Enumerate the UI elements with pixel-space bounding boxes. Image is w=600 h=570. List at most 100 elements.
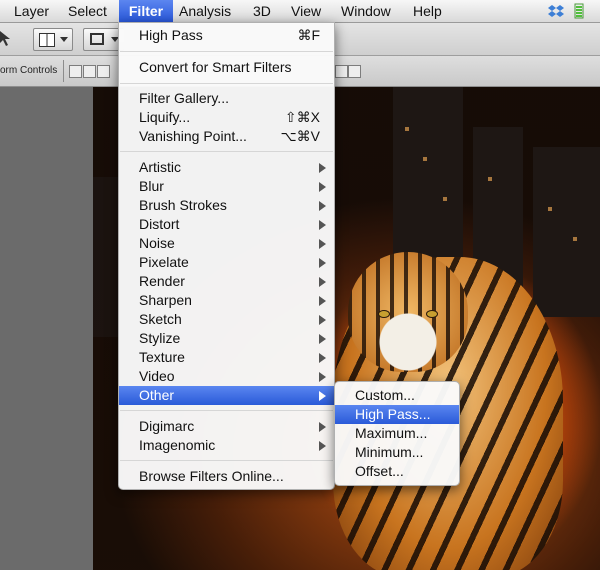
menu-view[interactable]: View xyxy=(285,0,327,22)
menu-item-stylize[interactable]: Stylize xyxy=(119,329,334,348)
battery-status-icon[interactable] xyxy=(574,3,584,19)
submenu-arrow-icon xyxy=(319,391,326,401)
menu-item-vanishing-point[interactable]: Vanishing Point... ⌥⌘V xyxy=(119,127,334,146)
menu-item-label: Stylize xyxy=(139,330,181,346)
shortcut-label: ⇧⌘X xyxy=(284,109,320,125)
menu-item-blur[interactable]: Blur xyxy=(119,177,334,196)
submenu-arrow-icon xyxy=(319,258,326,268)
align-top-edges-icon[interactable] xyxy=(69,65,82,78)
menu-help[interactable]: Help xyxy=(407,0,448,22)
menu-item-label: High Pass... xyxy=(355,406,431,422)
submenu-arrow-icon xyxy=(319,163,326,173)
menu-separator xyxy=(120,151,333,152)
toolbar-divider xyxy=(63,60,64,82)
menu-separator xyxy=(120,410,333,411)
menu-filter[interactable]: Filter xyxy=(119,0,173,22)
menu-select[interactable]: Select xyxy=(62,0,113,22)
menu-item-sharpen[interactable]: Sharpen xyxy=(119,291,334,310)
menu-item-label: Convert for Smart Filters xyxy=(139,59,292,75)
menu-item-label: Pixelate xyxy=(139,254,189,270)
menu-item-browse-filters-online[interactable]: Browse Filters Online... xyxy=(119,467,334,486)
align-left-edges-icon[interactable] xyxy=(335,65,348,78)
submenu-arrow-icon xyxy=(319,315,326,325)
building-window xyxy=(443,197,447,201)
menu-item-label: Texture xyxy=(139,349,185,365)
menu-item-convert-smart-filters[interactable]: Convert for Smart Filters xyxy=(119,58,334,77)
menu-item-offset[interactable]: Offset... xyxy=(335,462,459,481)
building-window xyxy=(423,157,427,161)
menu-bar: Layer Select Filter Analysis 3D View Win… xyxy=(0,0,600,23)
menu-item-label: Custom... xyxy=(355,387,415,403)
menu-item-high-pass[interactable]: High Pass... xyxy=(335,405,459,424)
building-window xyxy=(548,207,552,211)
menu-item-label: Distort xyxy=(139,216,180,232)
chevron-down-icon xyxy=(60,37,68,42)
menu-item-label: Other xyxy=(139,387,175,403)
building-silhouette xyxy=(533,147,600,317)
menu-separator xyxy=(120,83,333,84)
menu-item-label: Minimum... xyxy=(355,444,424,460)
menu-item-label: Render xyxy=(139,273,185,289)
menu-item-label: High Pass xyxy=(139,27,203,43)
menu-item-label: Imagenomic xyxy=(139,437,216,453)
menu-item-label: Maximum... xyxy=(355,425,428,441)
menu-3d[interactable]: 3D xyxy=(247,0,277,22)
building-window xyxy=(488,177,492,181)
shortcut-label: ⌘F xyxy=(297,27,320,43)
menu-item-minimum[interactable]: Minimum... xyxy=(335,443,459,462)
menu-window[interactable]: Window xyxy=(335,0,397,22)
screen-mode-icon xyxy=(90,33,104,45)
menu-separator xyxy=(120,460,333,461)
menu-item-liquify[interactable]: Liquify... ⇧⌘X xyxy=(119,108,334,127)
menu-layer[interactable]: Layer xyxy=(8,0,55,22)
submenu-arrow-icon xyxy=(319,220,326,230)
menu-item-render[interactable]: Render xyxy=(119,272,334,291)
distribute-icon[interactable] xyxy=(348,65,361,78)
menu-item-noise[interactable]: Noise xyxy=(119,234,334,253)
menu-item-sketch[interactable]: Sketch xyxy=(119,310,334,329)
menu-item-digimarc[interactable]: Digimarc xyxy=(119,417,334,436)
align-vertical-centers-icon[interactable] xyxy=(83,65,96,78)
menu-item-video[interactable]: Video xyxy=(119,367,334,386)
submenu-arrow-icon xyxy=(319,296,326,306)
tiger-eye xyxy=(426,310,438,318)
submenu-arrow-icon xyxy=(319,441,326,451)
menu-item-distort[interactable]: Distort xyxy=(119,215,334,234)
submenu-arrow-icon xyxy=(319,182,326,192)
menu-item-label: Noise xyxy=(139,235,175,251)
menu-item-filter-gallery[interactable]: Filter Gallery... xyxy=(119,89,334,108)
menu-analysis[interactable]: Analysis xyxy=(173,0,237,22)
menu-item-brush-strokes[interactable]: Brush Strokes xyxy=(119,196,334,215)
align-bottom-edges-icon[interactable] xyxy=(97,65,110,78)
menu-item-artistic[interactable]: Artistic xyxy=(119,158,334,177)
menu-item-custom[interactable]: Custom... xyxy=(335,386,459,405)
arrange-documents-button[interactable] xyxy=(33,28,73,51)
arrange-documents-icon xyxy=(39,33,55,47)
arrow-tool-icon[interactable] xyxy=(0,29,12,47)
submenu-arrow-icon xyxy=(319,372,326,382)
menu-item-label: Blur xyxy=(139,178,164,194)
menu-item-label: Offset... xyxy=(355,463,404,479)
menu-item-pixelate[interactable]: Pixelate xyxy=(119,253,334,272)
submenu-arrow-icon xyxy=(319,201,326,211)
menu-item-maximum[interactable]: Maximum... xyxy=(335,424,459,443)
menu-item-label: Filter Gallery... xyxy=(139,90,229,106)
menu-item-texture[interactable]: Texture xyxy=(119,348,334,367)
dropbox-icon[interactable] xyxy=(548,3,564,19)
menu-item-imagenomic[interactable]: Imagenomic xyxy=(119,436,334,455)
tiger-face xyxy=(348,252,468,372)
menu-item-label: Sketch xyxy=(139,311,182,327)
building-window xyxy=(573,237,577,241)
other-submenu: Custom... High Pass... Maximum... Minimu… xyxy=(334,381,460,486)
menu-item-label: Vanishing Point... xyxy=(139,128,247,144)
menu-item-last-filter[interactable]: High Pass ⌘F xyxy=(119,26,334,45)
menu-item-label: Brush Strokes xyxy=(139,197,227,213)
menu-item-label: Artistic xyxy=(139,159,181,175)
menu-separator xyxy=(120,51,333,52)
menu-item-other[interactable]: Other xyxy=(119,386,334,405)
filter-menu: High Pass ⌘F Convert for Smart Filters F… xyxy=(118,22,335,490)
submenu-arrow-icon xyxy=(319,353,326,363)
menu-item-label: Sharpen xyxy=(139,292,192,308)
submenu-arrow-icon xyxy=(319,239,326,249)
transform-controls-label: orm Controls xyxy=(0,65,58,76)
